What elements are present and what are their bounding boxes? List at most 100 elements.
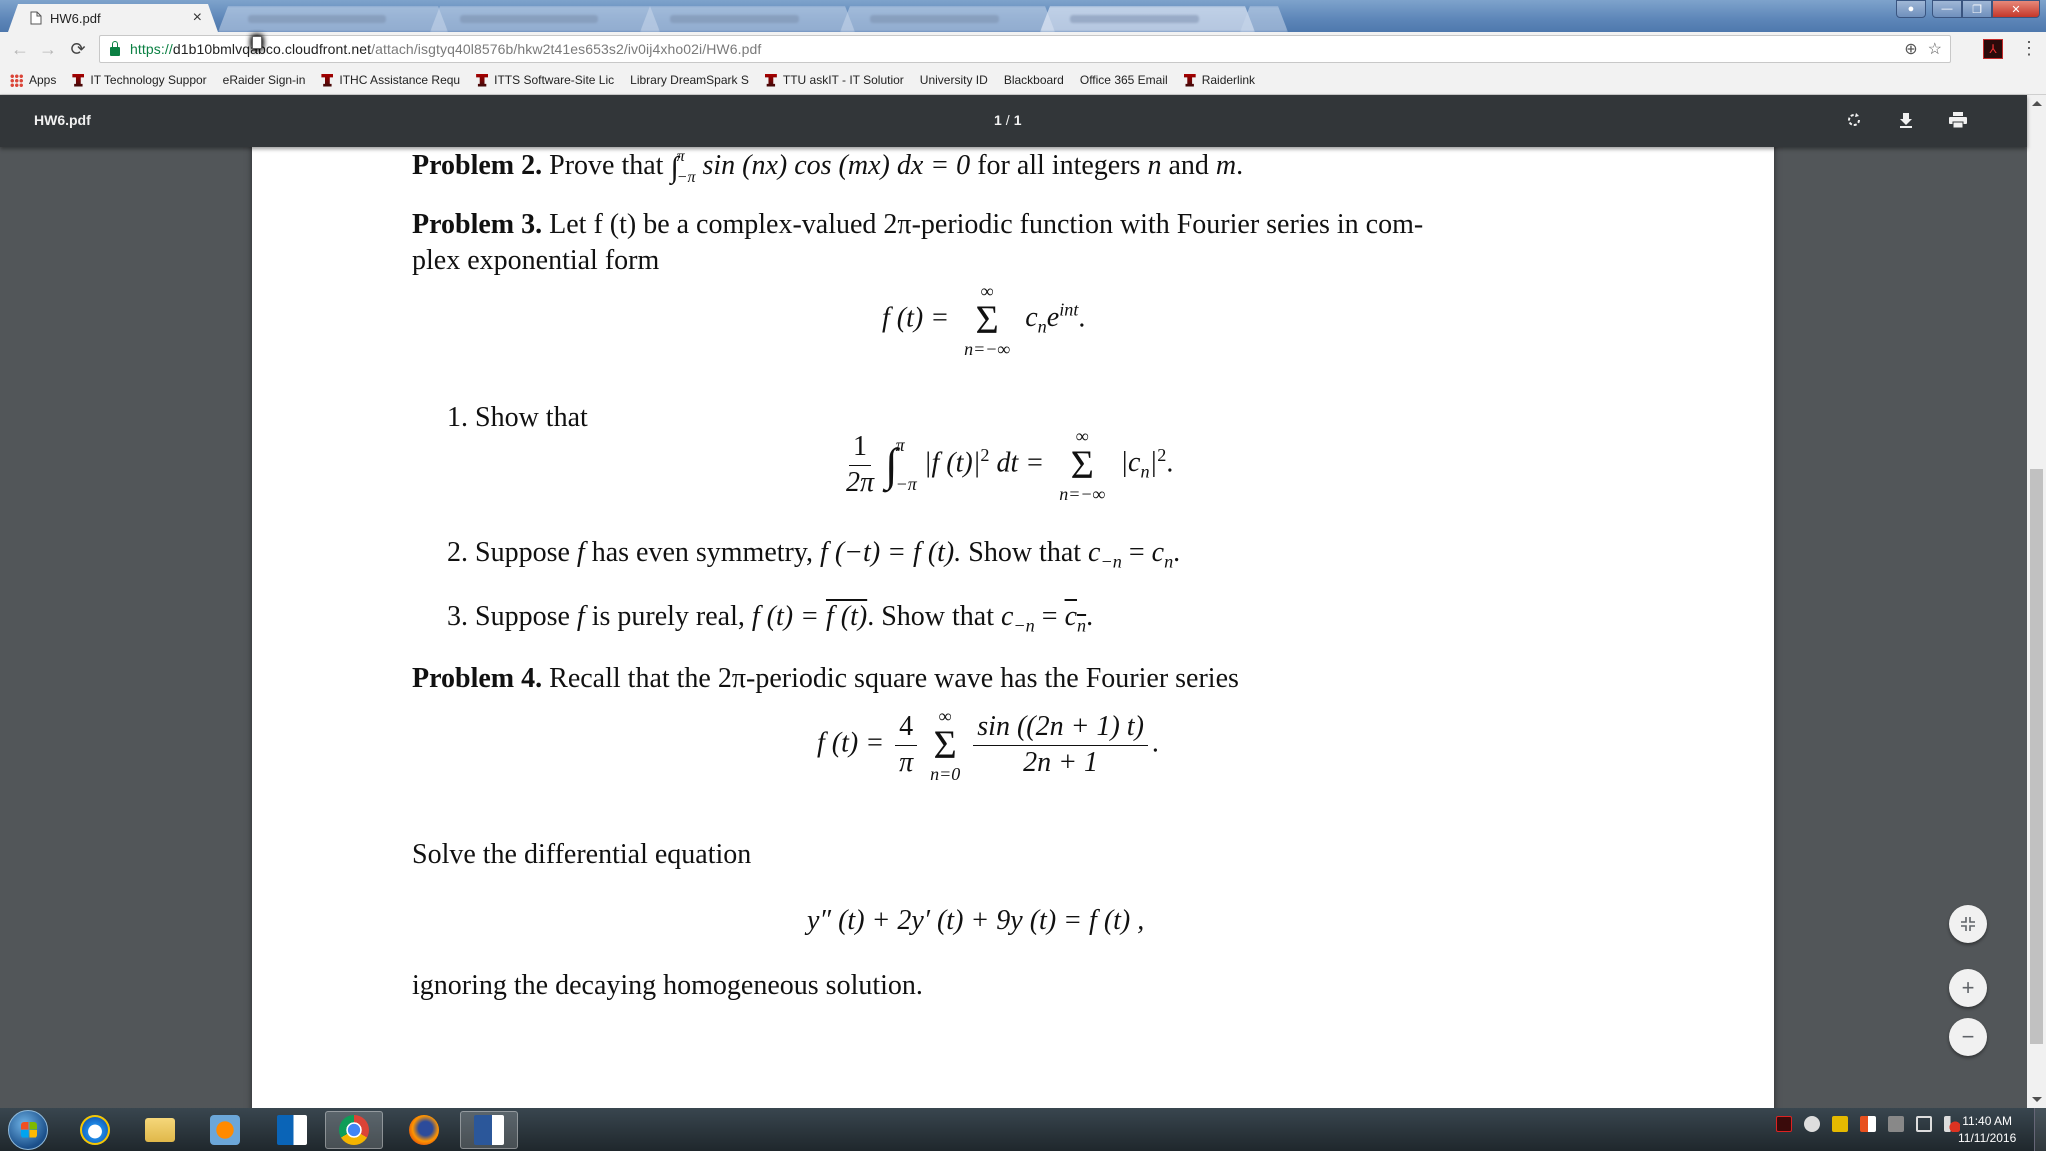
taskbar-firefox[interactable] <box>395 1111 453 1149</box>
problem-3-item-1: 1. Show that <box>447 402 588 433</box>
pdf-title: HW6.pdf <box>34 112 91 128</box>
word-icon <box>474 1115 504 1145</box>
print-icon <box>1949 112 1967 129</box>
bookmark-library-dreamspark[interactable]: Library DreamSpark S <box>252 36 749 87</box>
arrow-right-icon: → <box>39 38 57 59</box>
url-text[interactable]: https://d1b10bmlvqabco.cloudfront.net/at… <box>130 41 761 57</box>
tab-hw6-pdf[interactable]: HW6.pdf × <box>8 4 218 32</box>
network-icon[interactable] <box>1916 1116 1932 1132</box>
total-pages: 1 <box>1013 112 1022 128</box>
taskbar-media-player[interactable] <box>196 1111 254 1149</box>
bookmark-blackboard[interactable]: Blackboard <box>252 36 1064 87</box>
show-desktop-button[interactable] <box>2034 1108 2046 1151</box>
problem-4: Problem 4. Recall that the 2π-periodic s… <box>412 663 1239 694</box>
problem-3-intro-line2: plex exponential form <box>412 245 660 276</box>
outlook-icon <box>277 1115 307 1145</box>
close-icon: ✕ <box>2011 3 2021 16</box>
bookmark-raiderlink[interactable]: Raiderlink <box>1183 73 1255 87</box>
tab-blurred[interactable] <box>218 6 448 32</box>
scroll-up-arrow[interactable] <box>2032 101 2042 106</box>
zoom-out-button[interactable]: − <box>1949 1018 1987 1056</box>
vertical-scrollbar[interactable] <box>2027 95 2046 1108</box>
minimize-button[interactable]: — <box>1932 0 1962 18</box>
download-button[interactable] <box>1895 109 1917 131</box>
document-icon <box>30 11 42 25</box>
tab-blurred[interactable] <box>430 6 660 32</box>
back-button[interactable]: ← <box>8 37 32 61</box>
zoom-in-button[interactable]: + <box>1949 969 1987 1007</box>
bookmark-apps[interactable]: Apps <box>10 73 56 87</box>
close-window-button[interactable]: ✕ <box>1992 0 2040 18</box>
rotate-icon <box>1848 113 1860 126</box>
taskbar-chrome[interactable] <box>325 1111 383 1149</box>
problem-2: Problem 2. Prove that ∫ π −π sin (nx) cos … <box>412 147 1243 189</box>
tab-blurred[interactable] <box>640 6 855 32</box>
fit-page-icon <box>1961 917 1975 931</box>
equation-fourier-series-complex: f (t) = ∞ Σn=−∞ cneint. <box>882 281 1086 359</box>
download-icon <box>1900 113 1912 128</box>
bookmark-office-365[interactable]: Office 365 Email <box>252 36 1168 87</box>
drive-tray-icon[interactable] <box>1888 1116 1904 1132</box>
bookmark-university-id[interactable]: University ID <box>252 36 988 87</box>
lock-icon <box>110 40 120 56</box>
print-button[interactable] <box>1947 109 1969 131</box>
new-tab-button[interactable] <box>1240 6 1288 32</box>
fit-to-page-button[interactable] <box>1949 905 1987 943</box>
bookmark-it-technology-support[interactable]: IT Technology Suppor <box>72 73 207 87</box>
restore-icon: ❐ <box>1972 3 1982 16</box>
ttu-logo-icon <box>321 73 334 87</box>
profile-button[interactable]: ● <box>1896 0 1926 18</box>
office-tray-icon[interactable] <box>1860 1116 1876 1132</box>
equation-square-wave: f (t) = 4π ∞ Σn=0 sin ((2n + 1) t) 2n + 1. <box>817 706 1159 784</box>
rotate-button[interactable] <box>1843 109 1865 131</box>
taskbar-file-explorer[interactable] <box>131 1111 189 1149</box>
bookmark-itts-software[interactable]: ITTS Software-Site Lic <box>476 73 614 87</box>
bookmark-ttu-askit[interactable]: TTU askIT - IT Solutior <box>764 73 904 87</box>
page-indicator: 1/1 <box>994 112 1022 128</box>
start-button[interactable] <box>8 1110 48 1150</box>
sum-operator: ∞ Σn=−∞ <box>964 281 1011 359</box>
plus-icon: + <box>1961 975 1975 1000</box>
scrollbar-thumb[interactable] <box>2030 469 2043 1044</box>
star-icon[interactable]: ☆ <box>1928 39 1942 59</box>
pdf-page: Problem 2. Prove that ∫ π −π sin (nx) cos … <box>252 147 1774 1108</box>
maximize-button[interactable]: ❐ <box>1962 0 1992 18</box>
bookmarks-bar: Apps IT Technology Suppor eRaider Sign-i… <box>0 36 2046 95</box>
current-page[interactable]: 1 <box>994 112 1002 128</box>
system-tray <box>1776 1116 1960 1132</box>
pdf-toolbar: HW6.pdf 1/1 <box>0 95 2027 147</box>
bookmark-eraider[interactable]: eRaider Sign-in <box>223 36 305 87</box>
acrobat-tray-icon[interactable] <box>1776 1116 1792 1132</box>
problem-3-label: Problem 3. <box>412 209 543 240</box>
ttu-logo-icon <box>72 73 85 87</box>
forward-button[interactable]: → <box>36 37 60 61</box>
security-tray-icon[interactable] <box>1804 1116 1820 1132</box>
problem-3-item-2: 2. Suppose f has even symmetry, f (−t) =… <box>447 537 1181 572</box>
reload-icon: ⟳ <box>70 38 86 59</box>
browser-toolbar: ← → ⟳ https://d1b10bmlvqabco.cloudfront.… <box>0 32 2046 66</box>
bookmark-ithc[interactable]: ITHC Assistance Requ <box>321 73 460 87</box>
clock-date: 11/11/2016 <box>1958 1131 2017 1145</box>
scroll-down-arrow[interactable] <box>2032 1097 2042 1102</box>
windows-taskbar: 11:40 AM 11/11/2016 <box>0 1108 2046 1151</box>
reload-button[interactable]: ⟳ <box>66 37 90 61</box>
page-icon <box>252 36 262 49</box>
browser-menu-button[interactable]: ⋮ <box>2020 38 2038 60</box>
problem-3-intro: Problem 3. Let f (t) be a complex-valued… <box>412 209 1424 240</box>
address-bar[interactable]: https://d1b10bmlvqabco.cloudfront.net/at… <box>99 35 1951 63</box>
problem-4-label: Problem 4. <box>412 663 543 694</box>
media-player-icon <box>210 1115 240 1145</box>
problem-3-item-3: 3. Suppose f is purely real, f (t) = f (… <box>447 601 1094 636</box>
taskbar-internet-explorer[interactable] <box>66 1111 124 1149</box>
tab-blurred[interactable] <box>840 6 1055 32</box>
clock[interactable]: 11:40 AM 11/11/2016 <box>1958 1113 2016 1147</box>
taskbar-outlook[interactable] <box>263 1111 321 1149</box>
shield-tray-icon[interactable] <box>1832 1116 1848 1132</box>
taskbar-word[interactable] <box>460 1111 518 1149</box>
tab-blurred[interactable] <box>1040 6 1255 32</box>
tab-close-button[interactable]: × <box>193 9 202 27</box>
zoom-icon[interactable]: ⊕ <box>1904 39 1917 59</box>
closing-text: ignoring the decaying homogeneous soluti… <box>412 970 923 1001</box>
acrobat-extension-icon[interactable]: ⅄ <box>1983 39 2003 59</box>
sum-operator: ∞ Σn=0 <box>930 706 961 784</box>
